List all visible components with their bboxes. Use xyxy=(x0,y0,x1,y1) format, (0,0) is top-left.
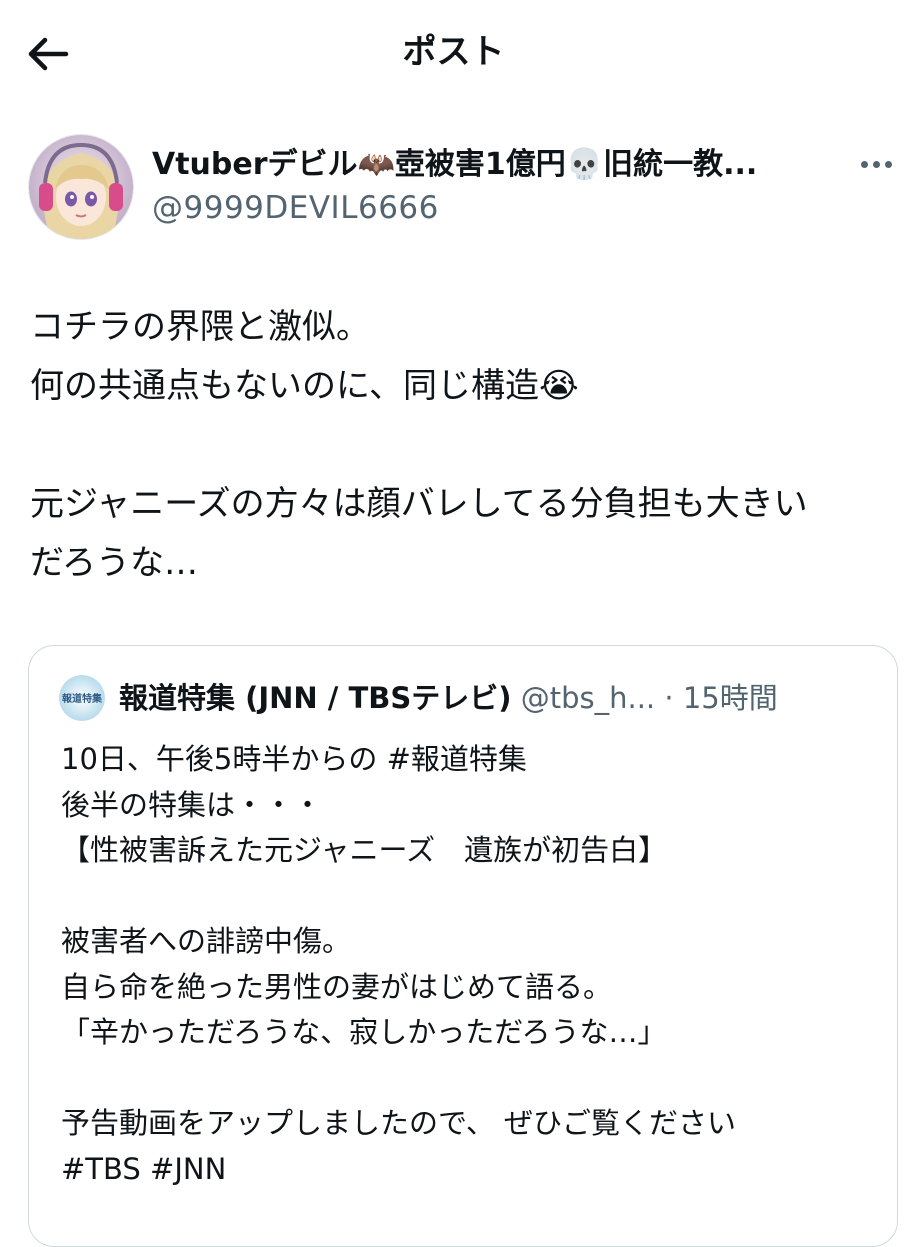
quoted-text-line xyxy=(61,1056,881,1102)
post-text-line: 元ジャニーズの方々は顔バレしてる分負担も大きい xyxy=(30,484,808,524)
quoted-header: 報道特集 (JNN / TBSテレビ) @tbs_h... · 15時間 xyxy=(119,676,778,720)
author-handle[interactable]: @9999DEVIL6666 xyxy=(152,186,439,230)
quoted-text-line: 被害者への誹謗中傷。 xyxy=(61,924,352,958)
quoted-text: 10日、午後5時半からの #報道特集 後半の特集は・・・ 【性被害訴えた元ジャニ… xyxy=(61,737,881,1192)
quoted-text-line: 後半の特集は・・・ xyxy=(61,787,323,822)
meta-separator: · xyxy=(664,681,674,715)
author-name[interactable]: Vtuberデビル🦇壺被害1億円💀旧統一教... xyxy=(152,143,842,187)
quoted-text-line: 「辛かっただろうな、寂しかっただろうな…」 xyxy=(61,1015,667,1049)
quoted-author-name[interactable]: 報道特集 (JNN / TBSテレビ) xyxy=(119,681,512,715)
page-title: ポスト xyxy=(402,32,505,72)
quoted-text-line: 10日、午後5時半からの #報道特集 xyxy=(61,742,527,776)
quoted-post[interactable]: 報道特集 報道特集 (JNN / TBSテレビ) @tbs_h... · 15時… xyxy=(28,645,898,1247)
quoted-timestamp[interactable]: 15時間 xyxy=(683,681,778,715)
author-avatar[interactable] xyxy=(28,134,134,240)
quoted-text-line xyxy=(61,874,881,920)
top-bar: ポスト xyxy=(0,0,907,104)
post-text-line: 何の共通点もないのに、同じ構造😭 xyxy=(30,366,579,406)
post-text-line xyxy=(30,416,900,475)
post-text-line: コチラの界隈と激似。 xyxy=(30,307,370,347)
more-dots-icon[interactable] xyxy=(852,148,900,180)
post-text: コチラの界隈と激似。 何の共通点もないのに、同じ構造😭 元ジャニーズの方々は顔バ… xyxy=(30,298,900,593)
post-text-line: だろうな… xyxy=(30,543,198,583)
quoted-text-line: 予告動画をアップしましたので、 ぜひご覧ください xyxy=(61,1106,737,1140)
quoted-text-line: #TBS #JNN xyxy=(61,1151,227,1186)
quoted-avatar[interactable]: 報道特集 xyxy=(59,675,105,721)
quoted-text-line: 【性被害訴えた元ジャニーズ 遺族が初告白】 xyxy=(61,833,668,867)
quoted-avatar-text: 報道特集 xyxy=(62,692,103,705)
quoted-text-line: 自ら命を絶った男性の妻がはじめて語る。 xyxy=(61,969,613,1004)
quoted-author-handle[interactable]: @tbs_h... xyxy=(521,681,655,715)
